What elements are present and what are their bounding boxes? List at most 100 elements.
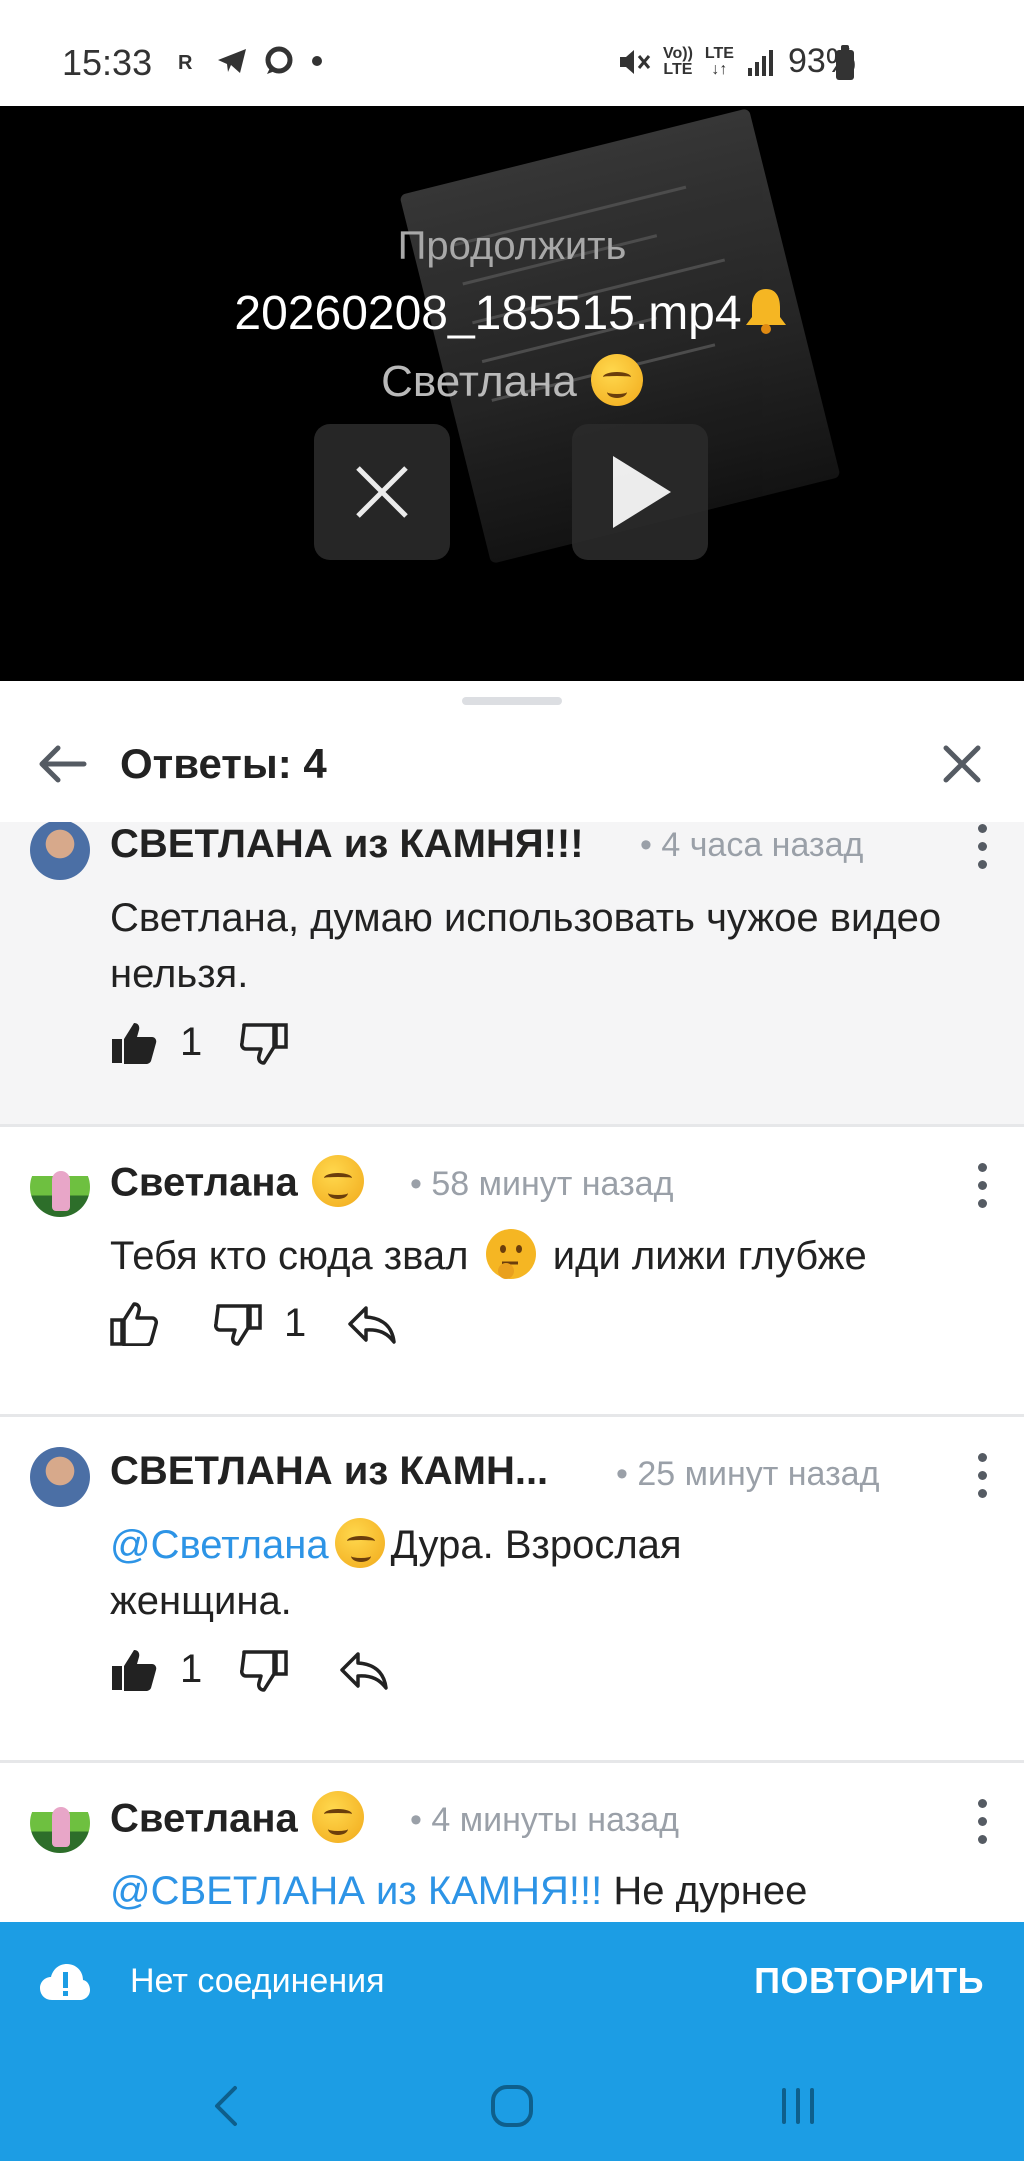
replies-list[interactable]: СВЕТЛАНА из КАМНЯ!!! • 4 часа назад Свет… (0, 822, 1024, 1922)
comment-text: @Светлана Дура. Взрослая женщина. (110, 1517, 870, 1629)
comment-actions: 1 (110, 1301, 398, 1346)
play-icon (613, 456, 671, 528)
nav-home-button[interactable] (472, 2066, 552, 2146)
like-button[interactable]: 1 (110, 1020, 202, 1065)
comment-actions: 1 (110, 1020, 288, 1065)
avatar[interactable] (30, 1793, 90, 1853)
continue-label: Продолжить (397, 224, 627, 268)
more-options-button[interactable] (962, 822, 1002, 876)
thumbs-up-filled-icon (112, 1649, 157, 1691)
smirk-emoji-icon (334, 1518, 385, 1569)
video-player[interactable]: Продолжить 20260208_185515.mp4 Светлана (0, 106, 1024, 681)
comment-author[interactable]: СВЕТЛАНА из КАМН... (110, 1449, 548, 1494)
comment-author[interactable]: Светлана (110, 1791, 364, 1847)
status-time: 15:33 (62, 42, 153, 83)
comment-author-name: Светлана (110, 1796, 298, 1841)
bell-icon (745, 289, 786, 334)
reply-icon (340, 1651, 388, 1690)
nav-back-button[interactable] (186, 2066, 266, 2146)
thumbs-up-filled-icon (112, 1022, 157, 1064)
comment-text: Светлана, думаю использовать чужое видео… (110, 896, 942, 996)
dislike-button[interactable]: 1 (214, 1301, 306, 1346)
dislike-count: 1 (284, 1301, 307, 1345)
close-replies-button[interactable] (930, 732, 994, 796)
sheet-drag-handle[interactable] (462, 697, 562, 705)
arrow-left-icon (39, 745, 87, 783)
comment-time: • 58 минут назад (410, 1165, 674, 1203)
close-icon (943, 745, 981, 783)
replies-header: Ответы: 4 (0, 712, 1024, 822)
like-count: 1 (180, 1020, 203, 1064)
mute-icon (619, 49, 651, 74)
thumbs-down-icon (240, 1649, 288, 1692)
mention-link[interactable]: @Светлана (110, 1523, 329, 1567)
replies-title: Ответы: 4 (120, 740, 327, 787)
cloud-alert-icon (40, 1964, 90, 2000)
play-button[interactable] (572, 424, 708, 560)
reply-button[interactable] (346, 1304, 398, 1344)
smirk-emoji-icon (311, 1791, 364, 1843)
comment-text-part: иди лижи глубже (552, 1234, 867, 1278)
like-button[interactable]: 1 (110, 1647, 202, 1692)
like-count: 1 (180, 1647, 203, 1691)
svg-text:R: R (178, 52, 193, 73)
more-options-button[interactable] (962, 1155, 1002, 1215)
signal-icon (747, 49, 773, 76)
comment-author-name: Светлана (110, 1160, 298, 1205)
smirk-emoji-icon (590, 354, 643, 407)
comment-time: • 4 минуты назад (410, 1801, 679, 1839)
video-filename: 20260208_185515.mp4 (0, 285, 1024, 341)
telegram-icon (218, 49, 246, 73)
mention-link[interactable]: @СВЕТЛАНА из КАМНЯ!!! (110, 1869, 602, 1913)
avatar[interactable] (30, 1157, 90, 1217)
comment-text: @СВЕТЛАНА из КАМНЯ!!! Не дурнее (110, 1863, 990, 1919)
avatar[interactable] (30, 1447, 90, 1507)
system-nav-bar (0, 2046, 1024, 2161)
comment-actions: 1 (110, 1647, 390, 1692)
retry-button[interactable]: ПОВТОРИТЬ (754, 1960, 984, 2002)
more-options-button[interactable] (962, 1445, 1002, 1505)
thumbs-up-icon (110, 1301, 158, 1346)
home-icon (491, 2085, 533, 2127)
thumbs-down-icon (214, 1303, 262, 1346)
comment-time: • 4 часа назад (640, 826, 864, 864)
video-author: Светлана (0, 354, 1024, 410)
comment-item: Светлана • 58 минут назад Тебя кто сюда … (0, 1127, 1024, 1412)
r-icon: R (178, 52, 193, 73)
comment-item: СВЕТЛАНА из КАМНЯ!!! • 4 часа назад Свет… (0, 822, 1024, 1124)
more-options-button[interactable] (962, 1791, 1002, 1851)
video-filename-text: 20260208_185515.mp4 (234, 287, 742, 340)
comment-time: • 25 минут назад (616, 1455, 880, 1493)
comment-author[interactable]: Светлана (110, 1155, 364, 1211)
battery-icon (836, 45, 854, 80)
like-button[interactable] (110, 1301, 158, 1346)
reply-icon (348, 1305, 396, 1344)
lte-indicator: LTE ↓↑ (704, 44, 734, 78)
avatar[interactable] (30, 822, 90, 880)
video-author-name: Светлана (381, 357, 577, 406)
dot-icon (312, 56, 322, 66)
status-right-icons: Vo)) LTE LTE ↓↑ 93% (617, 42, 856, 81)
nav-recents-button[interactable] (758, 2066, 838, 2146)
comment-item: Светлана • 4 минуты назад @СВЕТЛАНА из К… (0, 1763, 1024, 1922)
status-left-icons: R (176, 46, 324, 76)
volte-indicator: Vo)) LTE (662, 44, 693, 78)
thumbs-down-icon (240, 1022, 288, 1065)
dislike-button[interactable] (240, 1648, 288, 1692)
back-button[interactable] (30, 732, 94, 796)
connection-error-bar: Нет соединения ПОВТОРИТЬ (0, 1922, 1024, 2046)
connection-message: Нет соединения (130, 1962, 385, 2000)
comment-text-part: Не дурнее (613, 1869, 808, 1913)
chevron-left-icon (215, 2086, 237, 2126)
thinking-emoji-icon (485, 1229, 536, 1279)
status-bar: 15:33 R Vo)) LTE LTE ↓↑ 93% (0, 0, 1024, 106)
dislike-button[interactable] (240, 1021, 288, 1065)
recents-icon (782, 2088, 814, 2124)
close-icon (356, 466, 408, 518)
comment-author[interactable]: СВЕТЛАНА из КАМНЯ!!! (110, 822, 584, 867)
message-icon (265, 46, 293, 74)
dismiss-resume-button[interactable] (314, 424, 450, 560)
smirk-emoji-icon (311, 1155, 364, 1207)
comment-item: СВЕТЛАНА из КАМН... • 25 минут назад @Св… (0, 1417, 1024, 1762)
reply-button[interactable] (338, 1650, 390, 1690)
